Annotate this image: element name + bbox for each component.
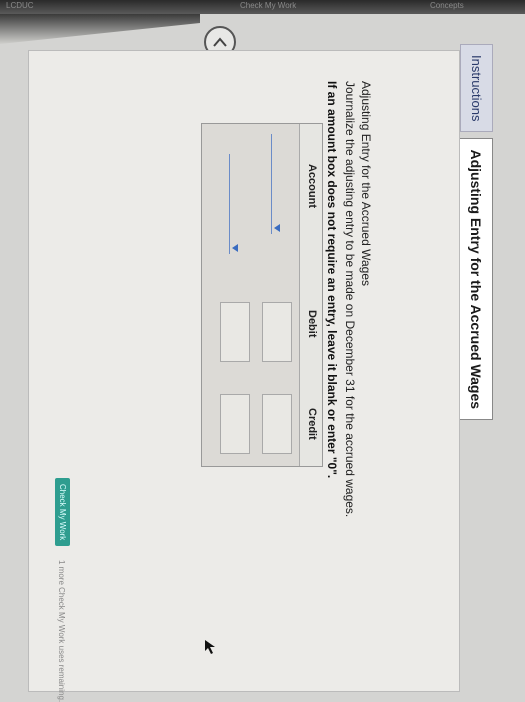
header-debit: Debit [306,310,318,338]
debit-input-row-1[interactable] [262,302,292,362]
tab-instructions[interactable]: Instructions [460,44,493,133]
rotated-page: Instructions Adjusting Entry for the Acc… [0,0,500,702]
tab-adjusting-entry[interactable]: Adjusting Entry for the Accrued Wages [460,138,493,421]
panel-title: Adjusting Entry for the Accrued Wages [359,81,373,286]
instruction-text: Journalize the adjusting entry to be mad… [343,81,357,518]
account-select-row-1[interactable] [271,134,272,234]
check-my-work-button[interactable]: Check My Work [55,478,70,547]
journal-header-row: Account Debit Credit [299,124,322,466]
dropdown-caret-icon[interactable] [232,244,238,252]
header-account: Account [306,164,318,208]
account-select-row-2[interactable] [229,154,230,254]
attempts-remaining-text: 1 more Check My Work uses remaining. [57,560,66,702]
amount-box-note: If an amount box does not require an ent… [325,81,339,479]
credit-input-row-2[interactable] [220,394,250,454]
tab-bar: Instructions Adjusting Entry for the Acc… [460,44,500,421]
dropdown-caret-icon[interactable] [274,224,280,232]
journal-table: Account Debit Credit [201,123,323,467]
debit-input-row-2[interactable] [220,302,250,362]
credit-input-row-1[interactable] [262,394,292,454]
header-credit: Credit [306,408,318,440]
content-panel: Adjusting Entry for the Accrued Wages Jo… [28,50,460,692]
mouse-cursor-icon [205,640,217,657]
